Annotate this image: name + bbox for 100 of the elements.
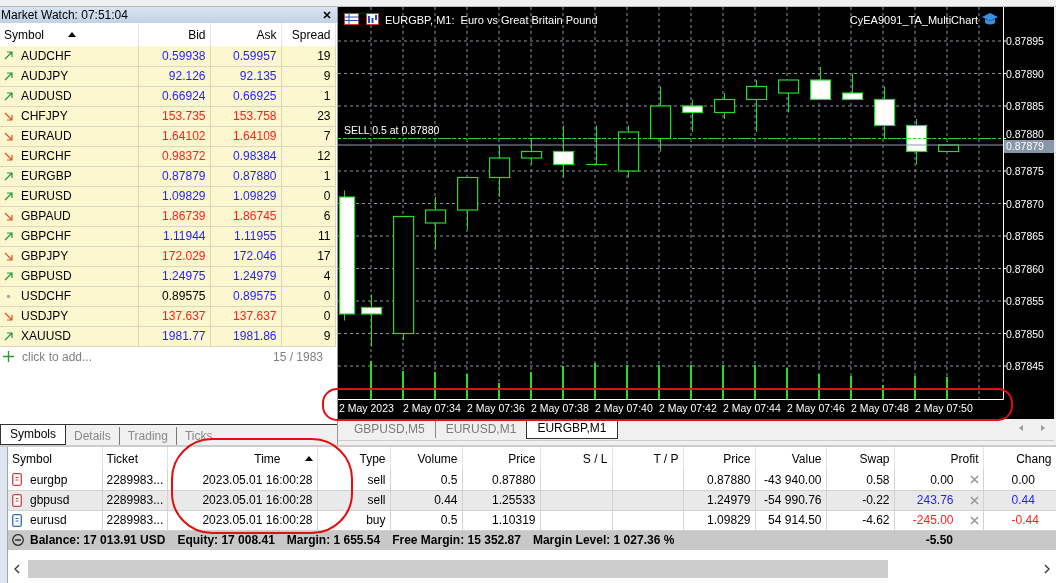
symbol-name: gbpusd [30,492,70,509]
price-label: 0.87880 [1006,128,1044,140]
price-label: 0.87895 [1006,35,1044,47]
account-summary: Equity: 17 008.41 [177,532,275,550]
chart-tab[interactable]: GBPUSD,M5 [344,421,435,438]
candlestick [906,118,928,165]
account-summary: Margin Level: 1 027.36 % [532,532,675,550]
account-summary: Margin: 1 655.54 [286,532,381,550]
column-header[interactable]: Type [317,447,390,470]
table-cell: 0.87880 [683,470,755,490]
scrollbar-thumb[interactable] [28,560,888,578]
table-cell: sell [317,470,390,490]
column-header[interactable]: Volume [390,447,462,470]
candlestick [585,125,608,165]
column-header[interactable]: T / P [612,447,683,470]
time-label: 2 May 07:40 [595,402,653,414]
table-cell: -4.62 [826,510,894,530]
time-label: 2 May 07:42 [659,402,717,414]
symbol-name: GBPAUD [21,208,71,225]
table-cell: buy [317,510,390,530]
bid-price-tag: 0.87879 [1004,140,1054,153]
price-label: 0.87860 [1006,262,1044,275]
spread-value: 19 [281,46,335,66]
table-cell: 0.87880 [462,470,540,490]
change-value: -0.44 [983,510,1056,530]
table-cell: -43 940.00 [755,470,826,490]
account-summary: Balance: 17 013.91 USD [30,532,166,550]
symbol-name: EURAUD [21,128,72,145]
time-label: 2 May 07:36 [467,402,525,414]
time-label: 2 May 07:48 [851,402,909,414]
candlestick [489,144,511,198]
symbol-name: eurgbp [30,471,68,489]
table-cell: 2023.05.01 16:00:28 [167,510,317,530]
table-cell: 1.10319 [462,510,540,530]
candlestick [553,125,575,178]
symbol-name: GBPCHF [21,228,71,245]
close-icon[interactable] [323,11,331,19]
price-label: 0.87890 [1006,67,1044,80]
price-label: 0.87865 [1006,230,1044,242]
candlestick [682,99,704,133]
symbol-name: USDCHF [21,288,71,305]
collapse-icon[interactable] [12,534,24,547]
price-label: 0.87875 [1006,165,1044,177]
column-header[interactable]: S / L [540,447,612,470]
column-header[interactable]: Symbol [4,25,134,44]
panel-tab[interactable]: Symbols [0,425,66,445]
column-header[interactable]: Swap [826,447,894,470]
column-header[interactable]: Profit [894,447,983,470]
order-label: SELL 0.5 at 0.87880 [344,124,440,136]
time-label: 2 May 07:46 [787,402,845,414]
table-icon [344,13,359,25]
column-header[interactable]: Price [462,447,540,470]
column-header[interactable]: Time [171,449,313,468]
price-label: 0.87870 [1006,197,1044,210]
table-cell: 0.58 [826,470,894,490]
symbol-name: CHFJPY [21,108,68,125]
ask-price: 0.59957 [210,46,281,66]
table-cell: 0.5 [390,510,462,530]
symbol-name: GBPJPY [21,248,69,265]
table-cell: 54 914.50 [755,510,826,530]
profit-value: 243.76 [916,492,954,509]
time-label: 2 May 07:44 [723,402,781,414]
candlestick [938,144,960,153]
symbol-name: eurusd [30,512,67,529]
chart-tab[interactable]: EURGBP,M1 [526,419,618,439]
column-header[interactable]: Symbol [8,447,102,470]
profit-value: -245.00 [912,512,954,529]
column-header[interactable]: Ticket [102,447,167,470]
time-label: 2 May 07:34 [403,402,461,414]
symbol-name: AUDUSD [21,88,72,105]
symbol-name: XAUUSD [21,328,71,345]
plus-icon [3,351,14,362]
chart-title: EURGBP, M1: Euro vs Great Britain Pound [385,14,598,26]
profit-value: 0.00 [930,471,954,489]
column-header[interactable]: Chang [983,447,1056,470]
symbol-name: USDJPY [21,308,69,325]
candlestick [746,79,768,133]
candlestick [650,86,672,152]
candlestick [457,176,479,230]
column-header[interactable]: Value [755,447,826,470]
table-cell: 0.5 [390,470,462,490]
table-cell: 1.09829 [683,510,755,530]
candlestick [618,125,640,178]
account-summary: Free Margin: 15 352.87 [392,532,521,550]
time-label: 2 May 07:50 [915,402,973,414]
column-header[interactable]: Price [683,447,755,470]
panel-title: Market Watch: 07:51:04 [1,7,128,23]
total-profit: -5.50 [925,533,953,548]
symbol-name: GBPUSD [21,268,72,285]
candlestick [842,73,864,101]
candlestick [521,138,543,165]
candlestick [778,79,800,113]
candlestick [714,92,736,120]
candlestick [810,66,832,101]
symbol-name: EURCHF [21,148,71,165]
symbol-count: 15 / 1983 [272,348,323,366]
price-label: 0.87855 [1006,295,1044,307]
expert-name: CyEA9091_TA_MultiChart [849,14,978,26]
table-cell: 2289983... [102,510,167,530]
add-symbol-link[interactable]: click to add... [22,347,93,366]
